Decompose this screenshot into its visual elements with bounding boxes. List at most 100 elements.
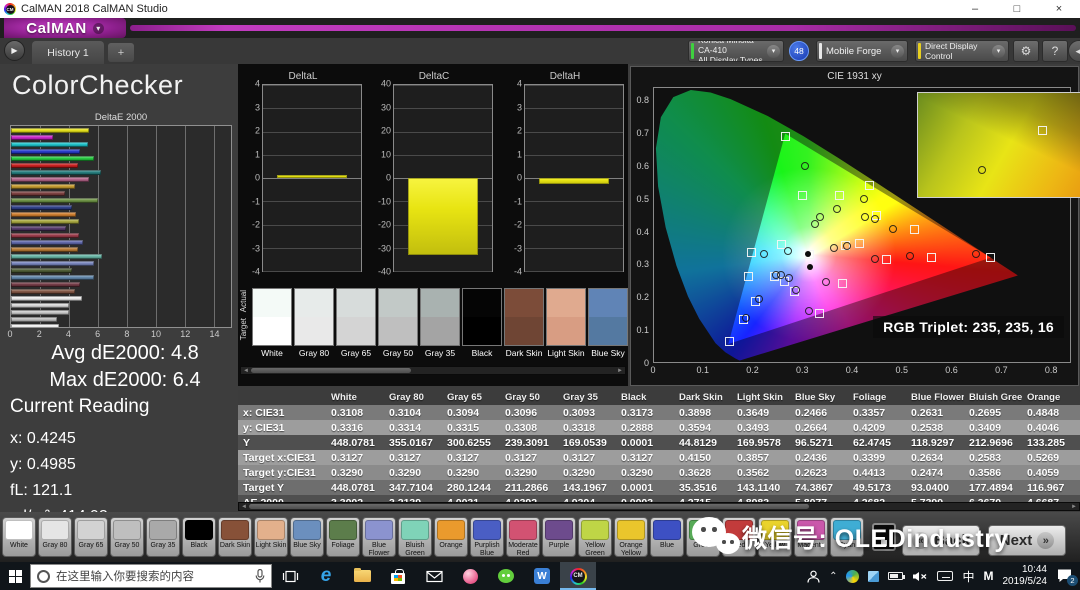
photos-button[interactable]	[452, 562, 488, 590]
table-cell: 0.3290	[616, 467, 674, 479]
measurement-marker	[906, 252, 914, 260]
notification-center-button[interactable]: 2	[1056, 568, 1074, 584]
pattern-button-gray-80[interactable]: Gray 80	[38, 517, 72, 557]
pattern-button-black[interactable]: Black	[182, 517, 216, 557]
gridline	[185, 126, 186, 327]
swatch-gray-50[interactable]: Gray 50	[378, 288, 418, 358]
pattern-button-yellow-green[interactable]: Yellow Green	[578, 517, 612, 557]
target-color	[295, 317, 333, 345]
file-explorer-button[interactable]	[344, 562, 380, 590]
calman-menu-button[interactable]: CalMAN ▾	[4, 18, 126, 38]
store-button[interactable]	[380, 562, 416, 590]
delta-e-bar	[11, 254, 102, 259]
swatch-gray-80[interactable]: Gray 80	[294, 288, 334, 358]
pattern-button-green[interactable]: Green	[686, 517, 720, 557]
pattern-button-orange-yellow[interactable]: Orange Yellow	[614, 517, 648, 557]
pattern-button-orange[interactable]: Orange	[434, 517, 468, 557]
pattern-button-magenta[interactable]: Magenta	[794, 517, 828, 557]
keyboard-icon[interactable]	[937, 571, 953, 581]
pattern-button-blue[interactable]: Blue	[650, 517, 684, 557]
calman-taskbar-button[interactable]: CM	[560, 562, 596, 590]
table-row: y: CIE310.33160.33140.33150.33080.33180.…	[238, 420, 1080, 435]
gridline	[263, 85, 361, 86]
pattern-button-gray-50[interactable]: Gray 50	[110, 517, 144, 557]
swatch-dark-skin[interactable]: Dark Skin	[504, 288, 544, 358]
settings-button[interactable]: ⚙	[1013, 40, 1039, 62]
tray-expand-button[interactable]: ⌃	[829, 571, 837, 582]
pattern-button-blue-sky[interactable]: Blue Sky	[290, 517, 324, 557]
scroll-left-icon[interactable]: ◄	[241, 503, 247, 511]
scroll-right-icon[interactable]: ►	[617, 367, 623, 375]
search-input[interactable]: 在这里输入你要搜索的内容	[30, 564, 272, 588]
source-select[interactable]: Mobile Forge ▾	[816, 40, 908, 62]
scroll-left-icon[interactable]: ◄	[243, 367, 249, 375]
pattern-window-button[interactable]	[872, 523, 896, 551]
display-control-select[interactable]: Direct Display Control ▾	[915, 40, 1009, 62]
swatch-blue-sky[interactable]: Blue Sky	[588, 288, 628, 358]
axis-tick-label: -30	[378, 243, 391, 253]
battery-icon[interactable]	[888, 572, 903, 580]
ime-indicator[interactable]: 中	[962, 568, 974, 585]
play-button[interactable]: ▶	[4, 40, 25, 61]
swatch-strip-scrollbar[interactable]: ◄ ►	[240, 366, 626, 375]
collapse-button[interactable]: ◀	[1068, 40, 1080, 62]
scrollbar-thumb[interactable]	[249, 504, 809, 509]
scroll-right-icon[interactable]: ►	[1071, 503, 1077, 511]
pattern-button-cyan[interactable]: Cyan	[830, 517, 864, 557]
table-cell: 0.3399	[848, 452, 906, 464]
swatch-black[interactable]: Black	[462, 288, 502, 358]
delta-e-bar	[11, 184, 75, 189]
pattern-button-dark-skin[interactable]: Dark Skin	[218, 517, 252, 557]
windows-logo-icon	[9, 570, 22, 583]
wechat-taskbar-button[interactable]	[488, 562, 524, 590]
people-button[interactable]	[807, 570, 820, 583]
table-cell: 0.5269	[1022, 452, 1080, 464]
pattern-button-yellow[interactable]: Yellow	[758, 517, 792, 557]
minimize-button[interactable]: –	[954, 0, 996, 18]
meter-select[interactable]: Konica Minolta CA-410 All Display Types …	[688, 40, 784, 62]
add-tab-button[interactable]: +	[108, 43, 134, 62]
swatch-gray-35[interactable]: Gray 35	[420, 288, 460, 358]
scrollbar-thumb[interactable]	[251, 368, 411, 373]
pattern-button-gray-35[interactable]: Gray 35	[146, 517, 180, 557]
swatch-white[interactable]: White	[252, 288, 292, 358]
wps-button[interactable]: W	[524, 562, 560, 590]
pattern-button-blue-flower[interactable]: Blue Flower	[362, 517, 396, 557]
pattern-button-white[interactable]: White	[2, 517, 36, 557]
task-view-button[interactable]	[272, 562, 308, 590]
pattern-button-red[interactable]: Red	[722, 517, 756, 557]
help-button[interactable]: ?	[1042, 40, 1068, 62]
next-label: Next	[1000, 532, 1033, 549]
start-button[interactable]	[0, 562, 30, 590]
edge-taskbar-button[interactable]: e	[308, 562, 344, 590]
swatch-gray-65[interactable]: Gray 65	[336, 288, 376, 358]
volume-button[interactable]	[912, 571, 928, 582]
pattern-button-moderate-red[interactable]: Moderate Red	[506, 517, 540, 557]
meter-count-badge[interactable]: 48	[789, 41, 809, 61]
table-scrollbar[interactable]: ◄ ►	[238, 502, 1080, 511]
tab-history-1[interactable]: History 1	[32, 41, 104, 64]
colored-sphere-icon[interactable]	[846, 570, 859, 583]
pattern-button-purplish-blue[interactable]: Purplish Blue	[470, 517, 504, 557]
pattern-button-gray-65[interactable]: Gray 65	[74, 517, 108, 557]
column-header: Light Skin	[732, 392, 790, 403]
table-cell: 0.2466	[790, 407, 848, 419]
back-button[interactable]: « Back	[902, 525, 980, 556]
next-button[interactable]: Next »	[988, 525, 1066, 556]
cube-icon[interactable]	[868, 571, 879, 582]
pattern-button-bluish-green[interactable]: Bluish Green	[398, 517, 432, 557]
taskbar-clock[interactable]: 10:44 2019/5/24	[1003, 564, 1048, 588]
m-tray-icon[interactable]: M	[984, 569, 994, 583]
pattern-button-foliage[interactable]: Foliage	[326, 517, 360, 557]
swatch-label: Black	[462, 346, 502, 358]
close-button[interactable]: ×	[1038, 0, 1080, 18]
column-header: Gray 65	[442, 392, 500, 403]
table-cell: 0.2583	[964, 452, 1022, 464]
pattern-button-purple[interactable]: Purple	[542, 517, 576, 557]
swatch-light-skin[interactable]: Light Skin	[546, 288, 586, 358]
axis-tick-label: 4	[255, 79, 260, 89]
mail-button[interactable]	[416, 562, 452, 590]
maximize-button[interactable]: □	[996, 0, 1038, 18]
pattern-button-light-skin[interactable]: Light Skin	[254, 517, 288, 557]
column-header: Orange	[1022, 392, 1080, 403]
